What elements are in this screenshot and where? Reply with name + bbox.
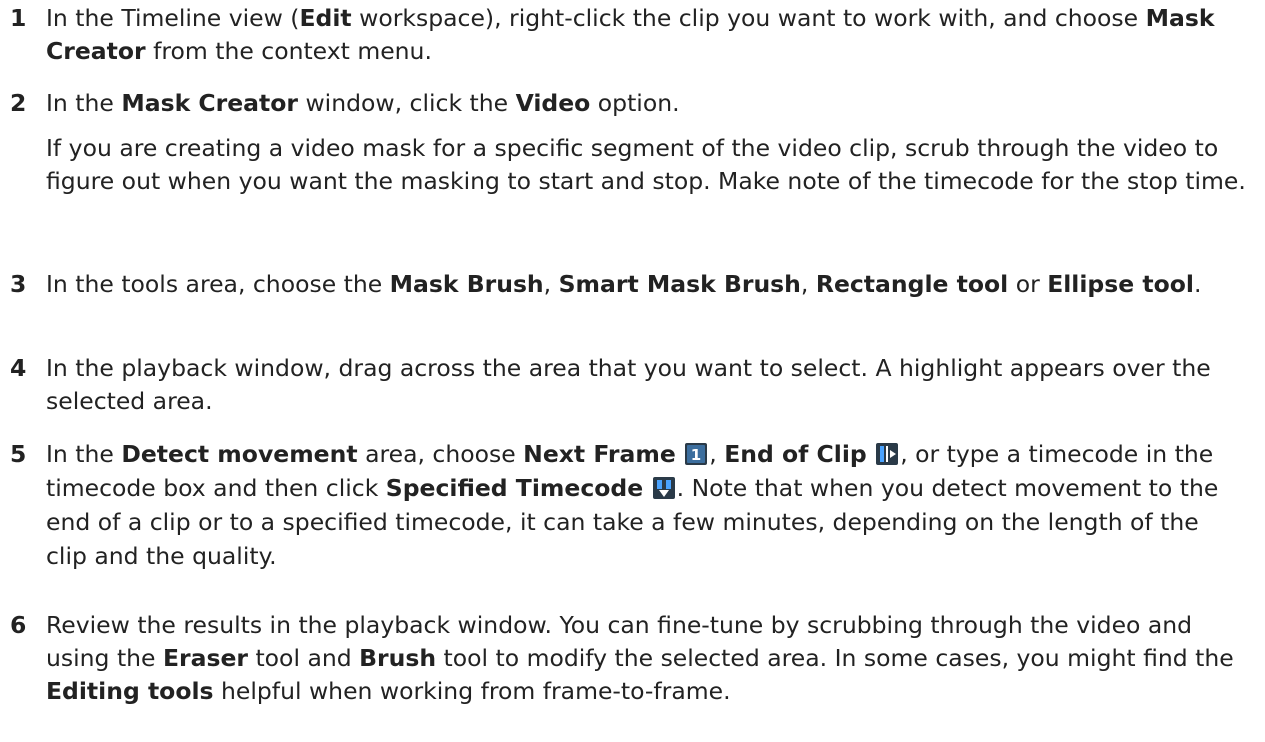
ui-term-detect-movement: Detect movement <box>121 440 358 468</box>
text-run: In the playback window, drag across the … <box>46 354 1211 415</box>
step-3: 3 In the tools area, choose the Mask Bru… <box>0 268 1250 301</box>
text-run: . <box>1193 270 1202 298</box>
svg-text:1: 1 <box>691 446 701 464</box>
end-of-clip-icon <box>876 443 899 465</box>
ui-term-ellipse-tool: Ellipse tool <box>1047 270 1194 298</box>
step-text: In the Detect movement area, choose Next… <box>46 437 1246 573</box>
ui-term-mask-creator: Mask Creator <box>121 89 298 117</box>
ui-term-eraser: Eraser <box>162 644 248 672</box>
text-run: In the Timeline view ( <box>46 4 300 32</box>
step-number: 3 <box>10 270 27 298</box>
text-run: , <box>709 440 725 468</box>
text-run: , <box>543 270 559 298</box>
step-text: In the playback window, drag across the … <box>46 352 1246 418</box>
ui-term-end-of-clip: End of Clip <box>724 440 867 468</box>
ui-term-next-frame: Next Frame <box>523 440 676 468</box>
text-run: , <box>800 270 816 298</box>
text-run: In the <box>46 89 122 117</box>
text-run: window, click the <box>297 89 516 117</box>
step-2-note: If you are creating a video mask for a s… <box>46 134 1246 195</box>
ui-term-edit: Edit <box>299 4 352 32</box>
step-number: 2 <box>10 89 27 117</box>
step-6: 6 Review the results in the playback win… <box>0 609 1250 708</box>
step-number: 5 <box>10 440 27 468</box>
ui-term-smart-mask-brush: Smart Mask Brush <box>558 270 801 298</box>
text-run: from the context menu. <box>145 37 432 65</box>
text-run: area, choose <box>357 440 524 468</box>
specified-timecode-icon <box>652 477 675 499</box>
text-run: tool and <box>248 644 360 672</box>
text-run: In the tools area, choose the <box>46 270 390 298</box>
ui-term-mask-brush: Mask Brush <box>389 270 544 298</box>
step-text: In the Mask Creator window, click the Vi… <box>46 87 1246 120</box>
step-text: In the tools area, choose the Mask Brush… <box>46 268 1246 301</box>
text-run: option. <box>590 89 680 117</box>
step-number: 6 <box>10 611 27 639</box>
ui-term-editing-tools: Editing tools <box>46 677 214 705</box>
text-run: tool to modify the selected area. In som… <box>436 644 1234 672</box>
step-5: 5 In the Detect movement area, choose Ne… <box>0 437 1250 573</box>
step-4: 4 In the playback window, drag across th… <box>0 352 1250 418</box>
ui-term-brush: Brush <box>359 644 437 672</box>
step-number: 4 <box>10 354 27 382</box>
text-run: workspace), right-click the clip you wan… <box>351 4 1146 32</box>
ui-term-specified-timecode: Specified Timecode <box>385 474 644 502</box>
ui-term-rectangle-tool: Rectangle tool <box>815 270 1009 298</box>
step-number: 1 <box>10 4 27 32</box>
text-run: or <box>1008 270 1048 298</box>
ui-term-video: Video <box>515 89 591 117</box>
step-2: 2 In the Mask Creator window, click the … <box>0 87 1250 120</box>
step-text: In the Timeline view (Edit workspace), r… <box>46 2 1246 68</box>
step-text: Review the results in the playback windo… <box>46 609 1246 708</box>
step-1: 1 In the Timeline view (Edit workspace),… <box>0 2 1250 68</box>
text-run: helpful when working from frame-to-frame… <box>213 677 731 705</box>
text-run: In the <box>46 440 122 468</box>
next-frame-icon: 1 <box>685 443 708 465</box>
